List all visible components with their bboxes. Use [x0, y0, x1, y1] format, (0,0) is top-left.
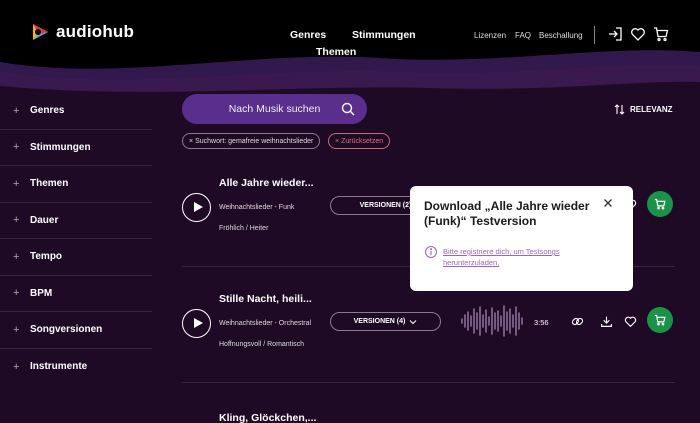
- add-to-cart-button[interactable]: [647, 307, 673, 333]
- search-input[interactable]: Nach Musik suchen: [182, 94, 367, 124]
- nav-genres[interactable]: Genres: [290, 29, 326, 41]
- sidebar-item-label: Tempo: [30, 251, 63, 263]
- search-icon[interactable]: [341, 102, 355, 116]
- track-genre: Weihnachtslieder - Funk: [219, 204, 295, 211]
- play-button[interactable]: [182, 193, 211, 222]
- download-icon[interactable]: [600, 315, 613, 328]
- sidebar-item-label: Themen: [30, 178, 69, 190]
- nav-lizenzen[interactable]: Lizenzen: [474, 31, 506, 40]
- plus-icon: +: [13, 104, 20, 117]
- sidebar-item-themen[interactable]: + Themen: [0, 166, 152, 203]
- register-link[interactable]: Bitte registriere dich, um Testsongs her…: [443, 246, 613, 268]
- track-row: Stille Nacht, heili... Weihnachtslieder …: [182, 291, 675, 371]
- row-divider: [182, 382, 675, 383]
- waveform[interactable]: [460, 303, 524, 339]
- close-icon[interactable]: ×: [335, 138, 339, 145]
- sidebar-item-bpm[interactable]: + BPM: [0, 276, 152, 312]
- play-button[interactable]: [182, 309, 211, 338]
- sort-button[interactable]: RELEVANZ: [614, 104, 673, 115]
- sidebar-item-label: Instrumente: [30, 361, 88, 373]
- search-term-chip[interactable]: × Suchwort: gemafreie weihnachtslieder: [182, 133, 321, 149]
- track-mood: Fröhlich / Heiter: [219, 225, 269, 232]
- sidebar-item-genres[interactable]: + Genres: [0, 93, 152, 130]
- track-row: Kling, Glöckchen,...: [182, 410, 675, 423]
- track-mood: Hoffnungsvoll / Romantisch: [219, 341, 305, 348]
- track-title[interactable]: Alle Jahre wieder...: [219, 177, 314, 189]
- header-divider: [594, 26, 595, 44]
- download-popup: Download „Alle Jahre wieder (Funk)“ Test…: [410, 186, 633, 291]
- plus-icon: +: [13, 287, 20, 300]
- brand-name: audiohub: [56, 22, 135, 41]
- nav-stimmungen[interactable]: Stimmungen: [352, 29, 416, 41]
- sidebar-item-instrumente[interactable]: + Instrumente: [0, 349, 152, 386]
- link-icon[interactable]: [571, 315, 584, 328]
- versions-label: VERSIONEN (4): [353, 318, 406, 325]
- brand-logo[interactable]: audiohub: [30, 22, 134, 42]
- close-icon[interactable]: [603, 198, 613, 208]
- audiohub-logo-icon: [33, 24, 48, 40]
- search-placeholder: Nach Musik suchen: [228, 103, 321, 115]
- sidebar-item-stimmungen[interactable]: + Stimmungen: [0, 130, 152, 166]
- heart-icon[interactable]: [624, 315, 637, 328]
- chip-label: Suchwort: gemafreie weihnachtslieder: [195, 137, 314, 145]
- cart-icon: [654, 198, 666, 210]
- add-to-cart-button[interactable]: [647, 191, 673, 217]
- sidebar-item-label: Stimmungen: [30, 141, 91, 153]
- plus-icon: +: [13, 177, 20, 190]
- popup-title: Download „Alle Jahre wieder (Funk)“ Test…: [424, 199, 590, 228]
- sidebar-item-dauer[interactable]: + Dauer: [0, 203, 152, 239]
- versions-label: VERSIONEN (2): [359, 202, 412, 209]
- versions-dropdown[interactable]: VERSIONEN (4): [330, 312, 441, 331]
- sidebar-item-label: Songversionen: [30, 324, 103, 336]
- cart-icon[interactable]: [653, 26, 669, 42]
- filter-sidebar: + Genres + Stimmungen + Themen + Dauer + Temp…: [0, 93, 152, 385]
- sort-label: RELEVANZ: [630, 105, 673, 114]
- track-title[interactable]: Kling, Glöckchen,...: [219, 412, 316, 423]
- cart-icon: [654, 314, 666, 326]
- chip-label: Zurücksetzen: [341, 137, 384, 145]
- sidebar-item-songversionen[interactable]: + Songversionen: [0, 312, 152, 349]
- track-duration: 3:56: [534, 318, 549, 327]
- nav-faq[interactable]: FAQ: [515, 31, 531, 40]
- nav-beschallung[interactable]: Beschallung: [539, 31, 583, 40]
- plus-icon: +: [13, 360, 20, 373]
- plus-icon: +: [13, 250, 20, 263]
- heart-icon[interactable]: [630, 26, 646, 42]
- close-icon[interactable]: ×: [189, 138, 193, 145]
- info-icon: [424, 245, 438, 259]
- track-title[interactable]: Stille Nacht, heili...: [219, 293, 312, 305]
- track-genre: Weihnachtslieder - Orchestral: [219, 320, 312, 327]
- login-icon[interactable]: [607, 26, 623, 42]
- sidebar-item-label: BPM: [30, 287, 53, 299]
- sort-icon: [614, 104, 625, 115]
- plus-icon: +: [13, 323, 20, 336]
- sidebar-item-tempo[interactable]: + Tempo: [0, 239, 152, 276]
- plus-icon: +: [13, 214, 20, 227]
- chevron-down-icon: [410, 319, 417, 324]
- nav-themen[interactable]: Themen: [316, 46, 356, 58]
- sidebar-item-label: Genres: [30, 105, 65, 117]
- reset-filters-chip[interactable]: × Zurücksetzen: [328, 133, 391, 149]
- sidebar-item-label: Dauer: [30, 214, 59, 226]
- plus-icon: +: [13, 141, 20, 154]
